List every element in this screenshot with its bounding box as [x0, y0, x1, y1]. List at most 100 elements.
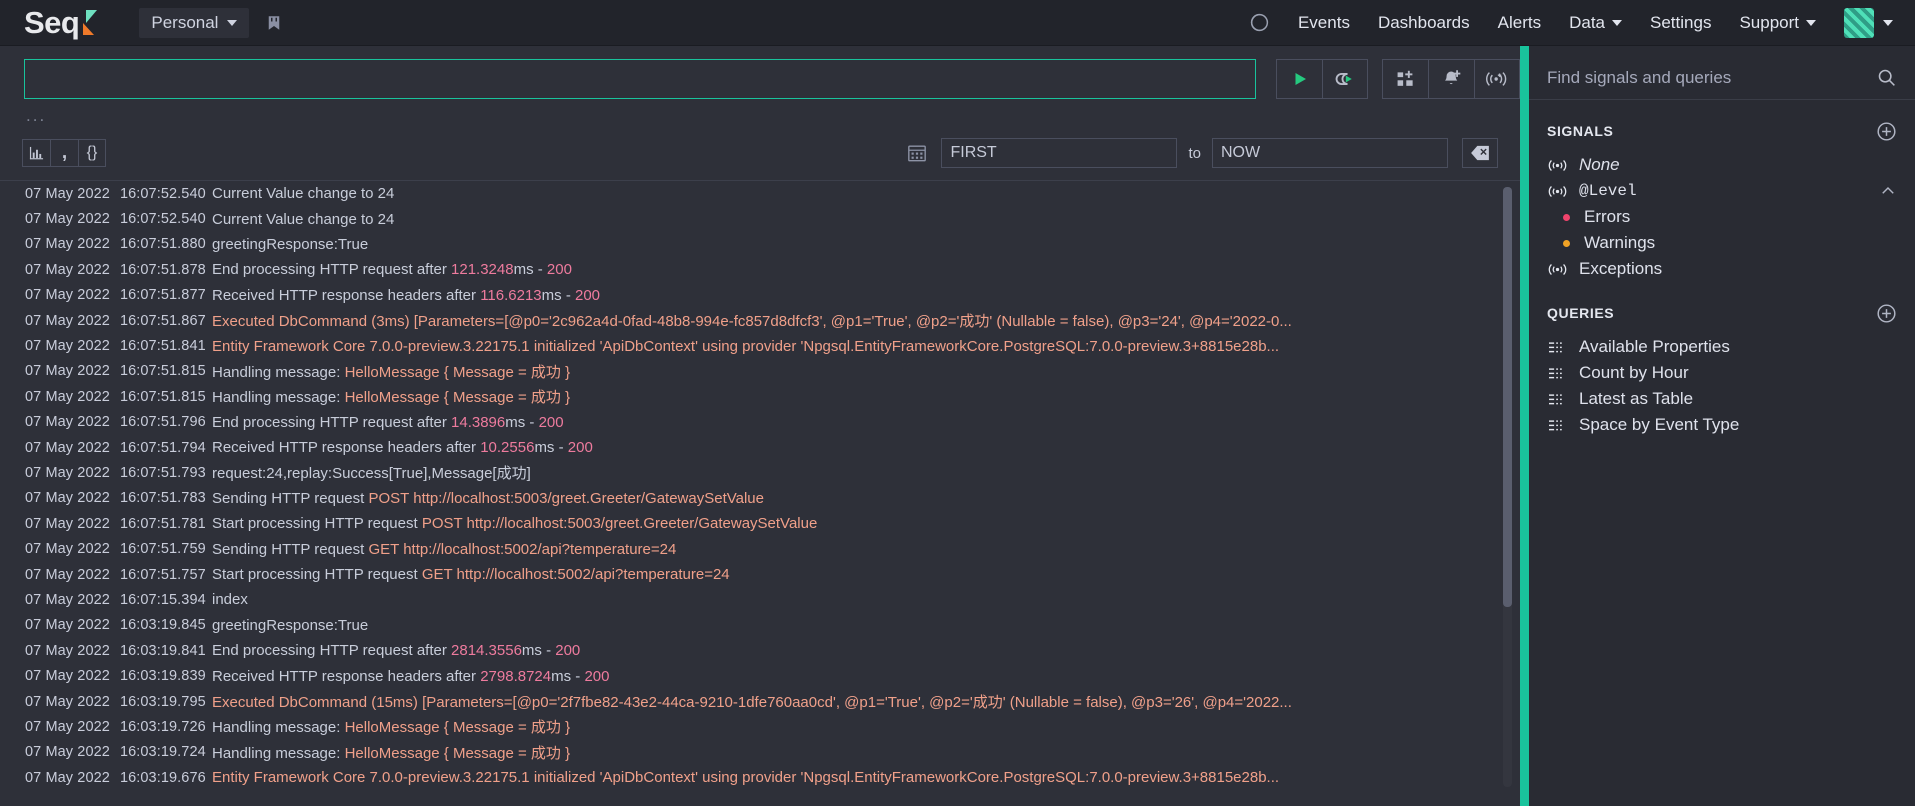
signal-label: None [1579, 155, 1620, 174]
event-date: 07 May 2022 [25, 338, 110, 355]
query-toolbar [0, 46, 1520, 99]
panel-divider[interactable] [1520, 46, 1529, 806]
signal-label: Exceptions [1579, 259, 1663, 278]
query-item-2[interactable]: Latest as Table [1529, 386, 1915, 412]
event-message: Current Value change to 24 [212, 211, 404, 228]
query-expand-toggle[interactable]: ... [26, 107, 1520, 124]
seq-logo[interactable]: Seq [24, 7, 99, 38]
chevron-down-icon [227, 19, 238, 26]
query-item-0[interactable]: Available Properties [1529, 334, 1915, 360]
scrollbar-thumb[interactable] [1503, 187, 1512, 607]
event-row[interactable]: 07 May 2022 16:07:15.394 index [0, 587, 1520, 612]
event-row[interactable]: 07 May 2022 16:07:52.540 Current Value cha… [0, 181, 1520, 206]
signals-title: SIGNALS [1547, 123, 1614, 139]
message-token: GET http://localhost:5002/api?temperatur… [368, 540, 677, 558]
event-row[interactable]: 07 May 2022 16:07:51.880 greetingResponse:… [0, 232, 1520, 257]
event-row[interactable]: 07 May 2022 16:07:51.781 Start processing … [0, 511, 1520, 536]
message-token: Sending HTTP request [212, 489, 369, 507]
create-alert-button[interactable] [1428, 59, 1474, 99]
event-row[interactable]: 07 May 2022 16:07:51.793 request:24,replay… [0, 460, 1520, 485]
nav-link-data[interactable]: Data [1569, 13, 1623, 33]
signal-level-warnings[interactable]: Warnings [1529, 230, 1915, 256]
event-row[interactable]: 07 May 2022 16:07:51.759 Sending HTTP requ… [0, 536, 1520, 561]
raw-view-button[interactable]: , [50, 139, 78, 167]
signal-item-exceptions[interactable]: Exceptions [1529, 256, 1915, 282]
event-row[interactable]: 07 May 2022 16:03:19.795 Executed DbComman… [0, 689, 1520, 714]
event-message: Executed DbCommand (3ms) [Parameters=[@p… [212, 310, 1302, 331]
search-icon[interactable] [1876, 67, 1897, 88]
message-token: End processing HTTP request after [212, 413, 452, 431]
event-time: 16:07:51.781 [119, 515, 206, 532]
nav-links: Events Dashboards Alerts Data Settings S… [1249, 7, 1893, 38]
message-token: Entity Framework Core 7.0.0-preview.3.22… [212, 769, 1280, 787]
message-token: Current Value change to 24 [212, 185, 395, 203]
event-timestamp: 07 May 2022 16:03:19.726 [0, 719, 212, 735]
signal-item-level[interactable]: @Level [1529, 178, 1915, 204]
moon-icon[interactable] [1249, 12, 1270, 33]
message-token: POST http://localhost:5003/greet.Greeter… [368, 489, 764, 507]
message-token: End processing HTTP request after [212, 642, 452, 660]
message-token: HelloMessage { Message = 成功 } [344, 363, 571, 381]
event-timestamp: 07 May 2022 16:07:51.815 [0, 363, 212, 379]
event-row[interactable]: 07 May 2022 16:03:19.839 Received HTTP res… [0, 663, 1520, 688]
event-row[interactable]: 07 May 2022 16:03:19.676 Entity Framework … [0, 765, 1520, 790]
nav-link-dashboards[interactable]: Dashboards [1378, 13, 1470, 33]
event-row[interactable]: 07 May 2022 16:03:19.845 greetingResponse:… [0, 613, 1520, 638]
event-row[interactable]: 07 May 2022 16:07:51.815 Handling message:… [0, 359, 1520, 384]
message-token: 121.3248 [451, 261, 514, 279]
event-row[interactable]: 07 May 2022 16:03:19.724 Handling message:… [0, 740, 1520, 765]
event-timestamp: 07 May 2022 16:07:52.540 [0, 211, 212, 227]
event-row[interactable]: 07 May 2022 16:03:19.726 Handling message:… [0, 714, 1520, 739]
event-row[interactable]: 07 May 2022 16:07:51.841 Entity Framework … [0, 333, 1520, 358]
run-query-button[interactable] [1276, 59, 1322, 99]
signal-label: @Level [1579, 182, 1637, 200]
event-row[interactable]: 07 May 2022 16:07:51.877 Received HTTP res… [0, 283, 1520, 308]
workspace-selector[interactable]: Personal [139, 7, 250, 38]
query-item-1[interactable]: Count by Hour [1529, 360, 1915, 386]
event-timestamp: 07 May 2022 16:07:51.878 [0, 262, 212, 278]
chart-view-button[interactable] [22, 139, 50, 167]
event-date: 07 May 2022 [25, 591, 110, 608]
range-to-input[interactable] [1212, 138, 1448, 168]
message-token: HelloMessage { Message = 成功 } [344, 389, 571, 407]
search-input[interactable] [24, 59, 1256, 99]
event-row[interactable]: 07 May 2022 16:07:51.815 Handling message:… [0, 384, 1520, 409]
event-row[interactable]: 07 May 2022 16:07:51.867 Executed DbComman… [0, 308, 1520, 333]
range-from-input[interactable] [941, 138, 1178, 168]
event-time: 16:03:19.676 [119, 769, 206, 786]
create-signal-button[interactable] [1474, 59, 1520, 99]
json-view-button[interactable]: {} [78, 139, 106, 167]
event-row[interactable]: 07 May 2022 16:07:51.783 Sending HTTP requ… [0, 486, 1520, 511]
event-timestamp: 07 May 2022 16:07:51.783 [0, 490, 212, 506]
event-list-scrollbar[interactable] [1503, 187, 1512, 787]
nav-link-support[interactable]: Support [1739, 13, 1816, 33]
user-menu[interactable] [1844, 7, 1893, 38]
event-date: 07 May 2022 [25, 261, 110, 278]
nav-link-events[interactable]: Events [1298, 13, 1350, 33]
event-row[interactable]: 07 May 2022 16:03:19.841 End processing HT… [0, 638, 1520, 663]
event-row[interactable]: 07 May 2022 16:07:51.757 Start processing … [0, 562, 1520, 587]
event-row[interactable]: 07 May 2022 16:07:51.796 End processing HT… [0, 410, 1520, 435]
nav-link-settings[interactable]: Settings [1650, 13, 1711, 33]
calendar-icon[interactable] [907, 143, 927, 163]
bookmark-icon[interactable] [265, 14, 283, 32]
event-list[interactable]: 07 May 2022 16:07:52.540 Current Value cha… [0, 180, 1520, 794]
event-row[interactable]: 07 May 2022 16:07:52.540 Current Value cha… [0, 206, 1520, 231]
nav-link-alerts[interactable]: Alerts [1498, 13, 1541, 33]
add-to-dashboard-button[interactable] [1382, 59, 1428, 99]
event-message: greetingResponse:True [212, 236, 378, 253]
chevron-up-icon[interactable] [1879, 182, 1897, 200]
event-row[interactable]: 07 May 2022 16:07:51.878 End processing HT… [0, 257, 1520, 282]
event-row[interactable]: 07 May 2022 16:07:51.794 Received HTTP res… [0, 435, 1520, 460]
query-item-3[interactable]: Space by Event Type [1529, 412, 1915, 438]
clear-range-button[interactable] [1462, 138, 1498, 168]
signal-level-errors[interactable]: Errors [1529, 204, 1915, 230]
event-timestamp: 07 May 2022 16:03:19.839 [0, 668, 212, 684]
find-input[interactable] [1547, 67, 1876, 88]
event-timestamp: 07 May 2022 16:03:19.845 [0, 617, 212, 633]
tail-query-button[interactable] [1322, 59, 1368, 99]
error-dot-icon [1563, 213, 1570, 221]
signal-item-none[interactable]: None [1529, 152, 1915, 178]
add-signal-icon[interactable] [1876, 121, 1897, 142]
add-query-icon[interactable] [1876, 303, 1897, 324]
